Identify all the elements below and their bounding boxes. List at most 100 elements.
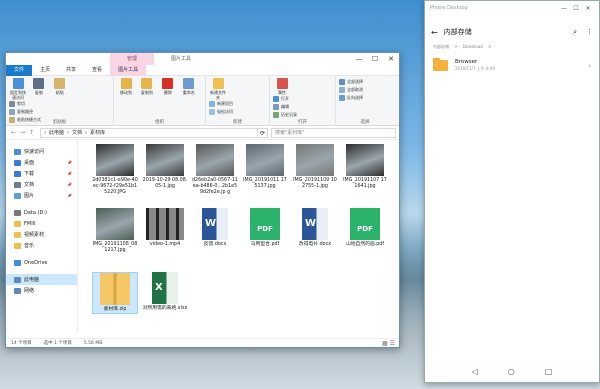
file-item[interactable]: IMG_20191107 171641.jpg — [342, 144, 388, 190]
crumb-download[interactable]: Download — [463, 44, 483, 49]
nav-item[interactable]: OneDrive — [6, 257, 77, 268]
new-item-button[interactable]: 新建项目 — [209, 100, 247, 108]
title-bar[interactable]: 管理 图片工具 — ☐ ✕ — [6, 53, 399, 65]
pin-quick-access-button[interactable]: 固定到快速访问 — [9, 78, 27, 100]
file-item[interactable]: 2019-10-29 08.08.05-1.jpg — [142, 144, 188, 190]
copy-icon — [33, 78, 45, 89]
breadcrumb-separator: › — [67, 129, 70, 136]
word-file-icon: W — [202, 208, 228, 240]
pin-icon[interactable]: 📌 — [67, 193, 72, 198]
breadcrumb-this-pc[interactable]: 此电脑 — [49, 129, 64, 136]
forward-arrow-icon[interactable]: → — [18, 129, 27, 136]
file-item[interactable]: 素材库.zip — [92, 272, 138, 314]
file-item[interactable]: PDF 山地自然的画.pdf — [342, 208, 388, 248]
file-item[interactable]: d26eb2a0-0567-11ea-b486-0...2b1e59d2fe2e… — [192, 144, 238, 196]
photo-thumbnail — [96, 208, 134, 240]
maximize-button[interactable]: ☐ — [367, 53, 383, 65]
minimize-button[interactable]: — — [351, 53, 367, 65]
file-item[interactable]: W 改得电补.docx — [292, 208, 338, 248]
tab-picture-tools[interactable]: 图片工具 — [110, 64, 147, 76]
file-name: 马用型合.pdf — [250, 242, 280, 247]
phone-title-bar[interactable]: Phone Desktop — ☐ ✕ — [425, 1, 599, 15]
copy-button[interactable]: 复制 — [30, 78, 48, 95]
nav-item[interactable]: 图片 📌 — [6, 190, 77, 201]
invert-selection-button[interactable]: 反向选择 — [339, 94, 391, 102]
up-arrow-icon[interactable]: ↑ — [27, 129, 36, 136]
phone-maximize-button[interactable]: ☐ — [570, 5, 582, 12]
select-all-button[interactable]: 全部选择 — [339, 78, 391, 86]
tab-file[interactable]: 文件 — [6, 64, 33, 76]
excel-file-icon: X — [152, 272, 178, 304]
new-folder-button[interactable]: 新建文件夹 — [209, 78, 227, 100]
breadcrumb-documents[interactable]: 文档 — [72, 129, 82, 136]
file-item[interactable]: 2d0381c1-e90e-40ec-9672-f29e51b15220.JPG — [92, 144, 138, 196]
rename-button[interactable]: 重命名 — [180, 78, 198, 95]
open-button[interactable]: 打开 — [273, 95, 313, 103]
select-none-button[interactable]: 全部取消 — [339, 86, 391, 94]
nav-item[interactable]: 快速访问 — [6, 146, 77, 157]
copy-to-icon — [141, 78, 153, 89]
phone-window: Phone Desktop — ☐ ✕ ← 内部存储 ⌕ ⋮ 内部存储 > Do… — [424, 0, 600, 383]
nav-item-icon — [14, 276, 21, 283]
nav-back-icon[interactable]: ◁ — [472, 367, 478, 376]
tab-share[interactable]: 共享 — [58, 65, 84, 76]
file-item[interactable]: X 对所用需的表格.xlsx — [142, 272, 188, 312]
pin-icon[interactable]: 📌 — [67, 182, 72, 187]
search-icon[interactable]: ⌕ — [573, 28, 577, 37]
pin-icon — [12, 78, 24, 89]
delete-button[interactable]: 删除 — [159, 78, 177, 95]
paste-button[interactable]: 粘贴 — [51, 78, 69, 95]
nav-item[interactable]: 网络 — [6, 285, 77, 296]
file-item[interactable]: IMG_20191109 102755-1.jpg — [292, 144, 338, 190]
file-item[interactable]: video-1.mp4 — [142, 208, 188, 248]
breadcrumb[interactable]: › 此电脑 › 文档 › 素材库 — [40, 127, 258, 138]
nav-item[interactable]: 视频素材 — [6, 229, 77, 240]
pin-icon[interactable]: 📌 — [67, 160, 72, 165]
back-icon[interactable]: ← — [431, 28, 438, 37]
properties-button[interactable]: 属性 — [273, 78, 291, 95]
file-name: IMG_20191108_081217.jpg — [92, 242, 138, 253]
move-to-button[interactable]: 移动到 — [117, 78, 135, 95]
tab-home[interactable]: 主页 — [32, 65, 58, 76]
nav-item[interactable]: 此电脑 — [6, 274, 77, 285]
nav-item-label: 此电脑 — [24, 277, 40, 283]
file-item[interactable]: IMG_20191011 175137.jpg — [242, 144, 288, 190]
phone-minimize-button[interactable]: — — [558, 5, 570, 12]
pin-icon[interactable]: 📌 — [67, 171, 72, 176]
phone-close-button[interactable]: ✕ — [582, 5, 594, 12]
group-label-new: 新建 — [233, 120, 242, 125]
history-button[interactable]: 历史记录 — [273, 111, 313, 119]
nav-item[interactable]: 文档 📌 — [6, 179, 77, 190]
ribbon: 固定到快速访问 复制 粘贴 剪切 复制路径 粘贴快捷方式 剪贴板 移动到 复制到… — [6, 76, 399, 126]
copy-to-button[interactable]: 复制到 — [138, 78, 156, 95]
nav-item[interactable]: Data (D:) — [6, 207, 77, 218]
refresh-icon[interactable]: ⟳ — [258, 127, 268, 138]
nav-recent-icon[interactable]: □ — [545, 367, 553, 376]
nav-item-label: Data (D:) — [24, 209, 47, 216]
cut-button[interactable]: 剪切 — [9, 100, 53, 108]
close-button[interactable]: ✕ — [383, 53, 399, 65]
easy-access-button[interactable]: 轻松访问 — [209, 108, 247, 116]
nav-item[interactable]: 下载 📌 — [6, 168, 77, 179]
file-item[interactable]: W 反馈.docx — [192, 208, 238, 248]
breadcrumb-library[interactable]: 素材库 — [90, 129, 105, 136]
copy-path-button[interactable]: 复制路径 — [9, 108, 53, 116]
status-bar: 14 个项目 选中 1 个项目 5.56 MB ▦ ☰ — [6, 338, 399, 347]
tab-view[interactable]: 查看 — [84, 65, 110, 76]
back-arrow-icon[interactable]: ← — [9, 129, 18, 136]
crumb-internal-storage[interactable]: 内部存储 — [433, 44, 449, 49]
file-item[interactable]: IMG_20191108_081217.jpg — [92, 208, 138, 254]
nav-item-label: 网络 — [24, 288, 35, 294]
view-toggle-icon[interactable]: ▦ ☰ — [382, 340, 395, 347]
nav-item[interactable]: FMIII — [6, 218, 77, 229]
easy-access-icon — [209, 109, 215, 115]
file-item[interactable]: PDF 马用型合.pdf — [242, 208, 288, 248]
file-name: 素材库.zip — [103, 307, 127, 312]
nav-home-icon[interactable]: ○ — [508, 367, 515, 376]
edit-button[interactable]: 编辑 — [273, 103, 313, 111]
nav-item[interactable]: 音乐 — [6, 240, 77, 251]
nav-item[interactable]: 桌面 📌 — [6, 157, 77, 168]
search-input[interactable]: 搜索"素材库" — [271, 127, 396, 138]
phone-folder-row[interactable]: Browser 2019/11/7 上午 8:49 › — [425, 55, 599, 76]
more-icon[interactable]: ⋮ — [586, 28, 593, 37]
